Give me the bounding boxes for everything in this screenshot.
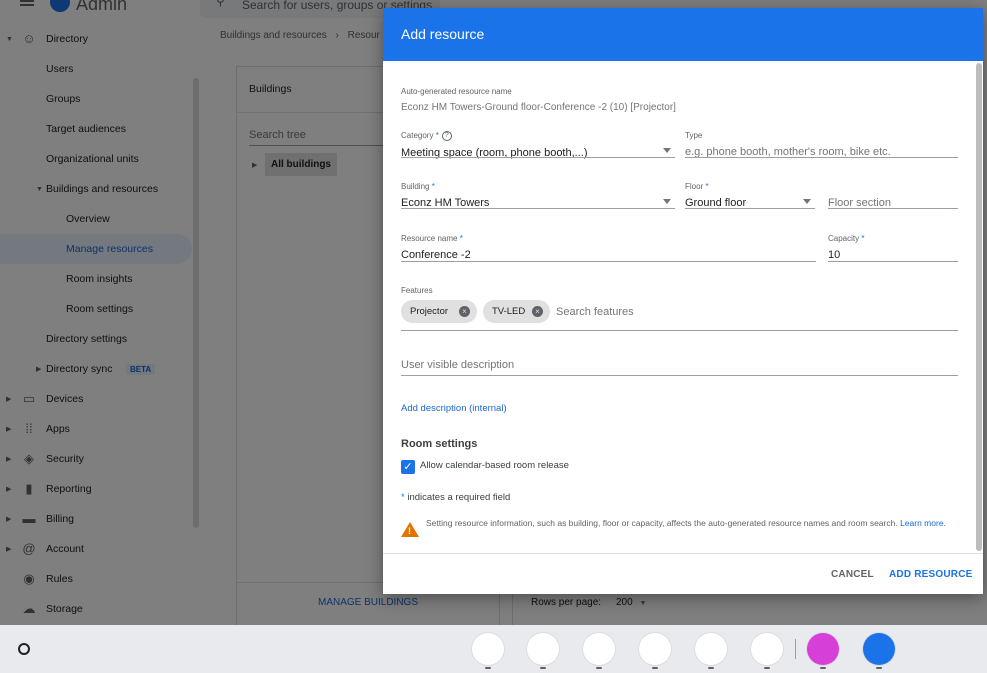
floor-select[interactable]: Floor * Ground floor [685,182,815,209]
description-placeholder: User visible description [401,359,515,371]
chevron-down-icon [663,148,671,153]
running-indicator [485,667,491,669]
add-description-link[interactable]: Add description (internal) [401,403,507,414]
cancel-button[interactable]: CANCEL [831,569,874,580]
add-resource-dialog: Add resource Auto-generated resource nam… [383,8,983,594]
dialog-title: Add resource [383,8,983,61]
play-store-icon[interactable] [472,633,504,665]
category-select[interactable]: Category *? Meeting space (room, phone b… [401,131,675,159]
required-star: * [459,234,463,243]
auto-name-label: Auto-generated resource name [401,87,512,96]
resource-name-input[interactable]: Resource name * Conference -2 [401,234,816,262]
feature-chip[interactable]: TV-LED × [483,300,550,323]
building-select[interactable]: Building * Econz HM Towers [401,182,675,209]
required-star: * [435,131,439,141]
auto-name-field: Auto-generated resource name Econz HM To… [401,87,801,113]
capacity-input[interactable]: Capacity * 10 [828,234,958,262]
launcher-circle-icon [18,643,30,655]
capacity-value: 10 [828,249,841,261]
running-indicator [596,667,602,669]
add-resource-button[interactable]: ADD RESOURCE [889,569,973,580]
help-icon[interactable]: ? [441,131,452,141]
building-label: Building [401,182,430,191]
features-label: Features [401,286,433,295]
floor-label: Floor [685,182,704,191]
required-star: * [401,492,405,503]
capacity-label: Capacity [828,234,860,243]
required-note: * indicates a required field [401,492,510,503]
feature-chip[interactable]: Projector × [401,300,477,323]
gmail-icon[interactable] [639,633,671,665]
features-input[interactable]: Features Projector × TV-LED × Search fea… [401,286,958,331]
required-star: * [861,234,865,243]
chrome-icon[interactable] [527,633,559,665]
room-settings-title: Room settings [401,438,478,450]
floor-section-input[interactable]: Floor section [828,182,958,209]
learn-more-link[interactable]: Learn more. [900,518,946,528]
running-indicator [876,667,882,669]
auto-name-value: Econz HM Towers-Ground floor-Conference … [401,102,676,113]
feature-chip-label: TV-LED [492,306,526,317]
running-indicator [540,667,546,669]
shelf-divider [795,639,796,659]
description-input[interactable]: User visible description [401,353,958,376]
resource-name-value: Conference -2 [401,249,471,261]
required-star: * [705,182,709,191]
allow-release-checkbox[interactable]: ✓ [401,460,415,474]
chevron-down-icon [663,199,671,204]
remove-chip-icon[interactable]: × [459,306,470,317]
dialog-scrollbar[interactable] [976,63,982,551]
feature-chip-label: Projector [410,306,449,317]
type-label: Type [685,131,703,140]
allow-release-label: Allow calendar-based room release [420,460,569,471]
notice-body: Setting resource information, such as bu… [426,518,898,528]
type-input[interactable]: Type e.g. phone booth, mother's room, bi… [685,131,958,158]
running-indicator [652,667,658,669]
category-label: Category [401,131,434,141]
dialog-body: Auto-generated resource name Econz HM To… [383,61,983,553]
files-icon[interactable] [863,633,895,665]
photos-icon[interactable] [583,633,615,665]
docs-icon[interactable] [695,633,727,665]
required-star: * [431,182,435,191]
running-indicator [820,667,826,669]
youtube-icon[interactable] [751,633,783,665]
resource-name-label: Resource name [401,234,458,243]
notice-text: Setting resource information, such as bu… [426,517,956,530]
required-note-text: indicates a required field [407,492,511,503]
remove-chip-icon[interactable]: × [532,306,543,317]
chevron-down-icon [803,199,811,204]
launcher-button[interactable] [6,638,42,660]
running-indicator [708,667,714,669]
dialog-footer: CANCEL ADD RESOURCE [383,553,983,594]
system-shelf [0,625,987,673]
running-indicator [764,667,770,669]
features-search-placeholder: Search features [556,306,634,318]
sparkle-app-icon[interactable] [807,633,839,665]
